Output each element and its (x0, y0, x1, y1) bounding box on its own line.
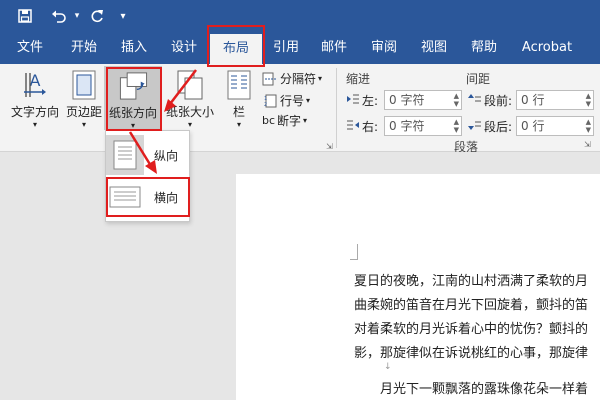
annotation-arrows (128, 69, 197, 174)
